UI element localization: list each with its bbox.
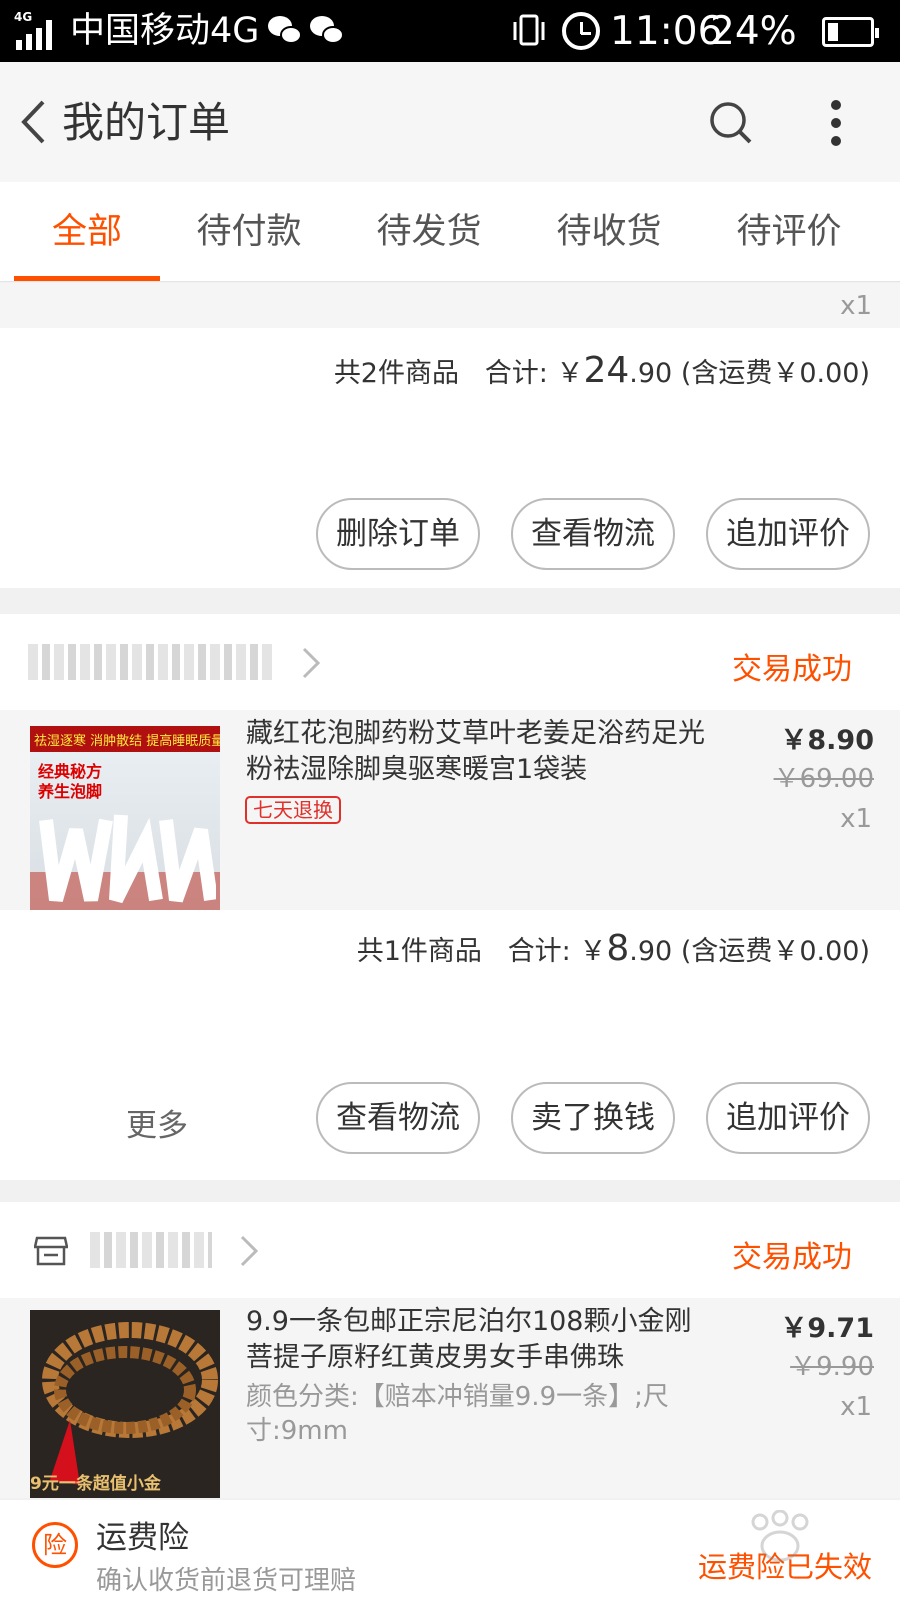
more-options-icon[interactable] — [828, 98, 844, 148]
view-logistics-button[interactable]: 查看物流 — [316, 1082, 480, 1154]
original-price: ￥9.90 — [790, 1352, 874, 1382]
tab-pending-payment[interactable]: 待付款 — [176, 182, 322, 282]
view-logistics-button[interactable]: 查看物流 — [511, 498, 675, 570]
item-quantity: x1 — [840, 291, 872, 321]
order-item[interactable]: 祛湿逐寒 消肿散结 提高睡眠质量 经典秘方 养生泡脚 藏红花泡脚药粉艾草叶老姜足… — [0, 710, 900, 912]
shipping-fee: (含运费￥0.00) — [680, 358, 870, 389]
total-decimal: .90 — [629, 936, 673, 967]
page-title: 我的订单 — [62, 98, 231, 147]
clock: 11:06 — [610, 9, 723, 54]
insurance-icon: 险 — [32, 1522, 78, 1568]
order-card: 共1件商品 合计: ￥8.90 (含运费￥0.00) 更多 查看物流 卖了换钱 … — [0, 910, 900, 1180]
tab-pending-receipt[interactable]: 待收货 — [536, 182, 682, 282]
product-thumbnail: 祛湿逐寒 消肿散结 提高睡眠质量 经典秘方 养生泡脚 — [30, 726, 220, 912]
carrier-label: 中国移动4G — [70, 11, 260, 51]
add-review-button[interactable]: 追加评价 — [706, 1082, 870, 1154]
network-type: 4G — [14, 10, 33, 24]
delete-order-button[interactable]: 删除订单 — [316, 498, 480, 570]
order-status: 交易成功 — [732, 1240, 852, 1275]
battery-fill — [828, 23, 838, 41]
total-integer: 24 — [583, 350, 630, 391]
seven-day-return-badge: 七天退换 — [245, 796, 341, 824]
shipping-fee: (含运费￥0.00) — [680, 936, 870, 967]
item-remainder: x1 — [0, 283, 900, 328]
battery-percent: 24% — [710, 9, 797, 54]
vibrate-icon — [513, 14, 545, 46]
order-card: 共2件商品 合计: ￥24.90 (含运费￥0.00) 删除订单 查看物流 追加… — [0, 328, 900, 588]
total-integer: 8 — [606, 928, 630, 969]
currency: ￥ — [579, 936, 607, 967]
product-title: 藏红花泡脚药粉艾草叶老姜足浴药足光粉祛湿除脚臭驱寒暖宫1袋装 — [246, 718, 705, 785]
order-tabs: 全部 待付款 待发货 待收货 待评价 — [0, 182, 900, 282]
item-count: 共2件商品 — [333, 358, 459, 389]
shop-name-redacted — [90, 1232, 212, 1268]
total-decimal: .90 — [629, 358, 673, 389]
item-quantity: x1 — [840, 1392, 872, 1422]
thumbnail-caption: 养生泡脚 — [38, 782, 103, 801]
total-label: 合计: — [507, 936, 571, 967]
item-quantity: x1 — [840, 804, 872, 834]
signal-icon: 4G — [14, 10, 60, 50]
wechat-icon — [310, 16, 344, 46]
currency: ￥ — [556, 358, 584, 389]
thumbnail-caption: 祛湿逐寒 消肿散结 提高睡眠质量 — [34, 734, 220, 749]
wechat-icon — [268, 16, 302, 46]
insurance-subtitle: 确认收货前退货可理赔 — [96, 1566, 357, 1596]
chevron-right-icon — [240, 1235, 259, 1267]
order-summary: 共2件商品 合计: ￥24.90 (含运费￥0.00) — [334, 350, 870, 391]
alarm-icon — [562, 12, 600, 50]
original-price: ￥69.00 — [773, 764, 874, 794]
chevron-right-icon — [302, 647, 321, 679]
product-title: 9.9一条包邮正宗尼泊尔108颗小金刚菩提子原籽红黄皮男女手串佛珠 — [246, 1306, 692, 1373]
shop-header[interactable]: 交易成功 — [0, 1202, 900, 1298]
order-status: 交易成功 — [732, 652, 852, 687]
tab-pending-shipment[interactable]: 待发货 — [356, 182, 502, 282]
tab-all[interactable]: 全部 — [14, 182, 160, 282]
total-label: 合计: — [484, 358, 548, 389]
order-summary: 共1件商品 合计: ￥8.90 (含运费￥0.00) — [357, 928, 870, 969]
thumbnail-watermark — [39, 814, 216, 904]
product-sku: 颜色分类:【赔本冲销量9.9一条】;尺寸:9mm — [246, 1382, 669, 1446]
thumbnail-caption: 9元一条超值小金 — [30, 1474, 161, 1494]
nav-bar: 我的订单 — [0, 62, 900, 182]
status-bar: 4G 中国移动4G 11:06 24% — [0, 0, 900, 62]
active-tab-indicator — [14, 276, 160, 281]
baidu-watermark-icon — [751, 1510, 809, 1562]
product-price: ￥9.71 — [780, 1313, 874, 1344]
search-icon[interactable] — [708, 100, 754, 146]
shop-name-redacted — [28, 644, 273, 680]
insurance-title: 运费险 — [96, 1520, 189, 1556]
add-review-button[interactable]: 追加评价 — [706, 498, 870, 570]
store-icon — [34, 1236, 68, 1266]
product-price: ￥8.90 — [780, 725, 874, 756]
back-arrow-icon[interactable] — [18, 98, 48, 146]
battery-icon — [822, 17, 879, 47]
order-item[interactable]: 9元一条超值小金 9.9一条包邮正宗尼泊尔108颗小金刚菩提子原籽红黄皮男女手串… — [0, 1298, 900, 1498]
product-thumbnail: 9元一条超值小金 — [30, 1310, 220, 1498]
sell-for-cash-button[interactable]: 卖了换钱 — [511, 1082, 675, 1154]
shop-header[interactable]: 交易成功 — [0, 614, 900, 710]
item-count: 共1件商品 — [356, 936, 482, 967]
tab-pending-review[interactable]: 待评价 — [716, 182, 862, 282]
